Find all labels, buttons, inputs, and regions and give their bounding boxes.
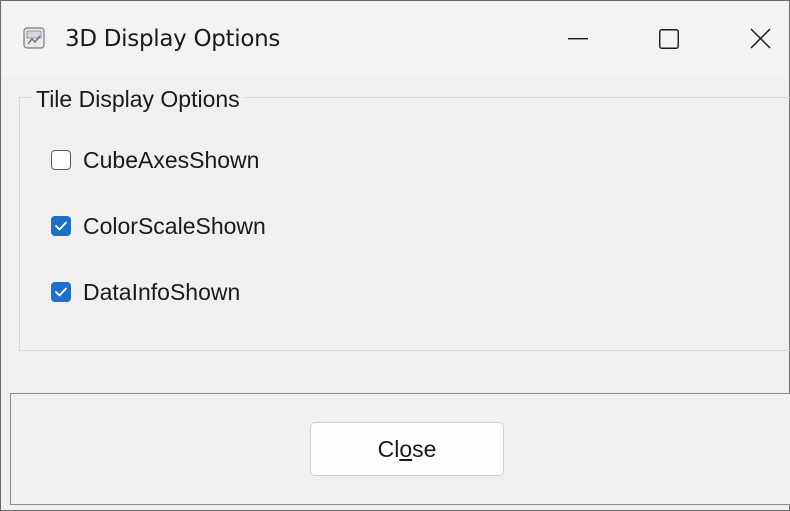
group-label: Tile Display Options [32,85,244,113]
close-button[interactable]: Close [310,422,504,476]
app-icon [23,27,45,49]
checkbox-box[interactable] [51,282,71,302]
checkbox-label: ColorScaleShown [83,213,266,239]
checkbox-label: CubeAxesShown [83,147,260,173]
checkbox-box[interactable] [51,150,71,170]
maximize-button[interactable] [623,1,715,77]
checkbox-cube-axes-shown[interactable]: CubeAxesShown [51,145,259,175]
minimize-icon [568,38,588,40]
maximize-icon [659,29,679,49]
dialog-window: 3D Display Options Tile Display Options … [0,0,790,511]
close-button-label: Close [378,436,437,463]
checkbox-data-info-shown[interactable]: DataInfoShown [51,277,240,307]
checkmark-icon [55,287,67,297]
close-label-mnemonic: o [399,435,413,462]
close-icon [750,28,771,49]
window-title: 3D Display Options [65,26,281,52]
close-label-part: Cl [377,435,400,462]
close-window-button[interactable] [715,1,790,77]
checkbox-color-scale-shown[interactable]: ColorScaleShown [51,211,266,241]
checkbox-label: DataInfoShown [83,279,241,305]
title-bar[interactable]: 3D Display Options [1,1,789,77]
checkmark-icon [55,221,67,231]
close-label-part: se [412,435,437,462]
checkbox-box[interactable] [51,216,71,236]
minimize-button[interactable] [532,1,624,77]
